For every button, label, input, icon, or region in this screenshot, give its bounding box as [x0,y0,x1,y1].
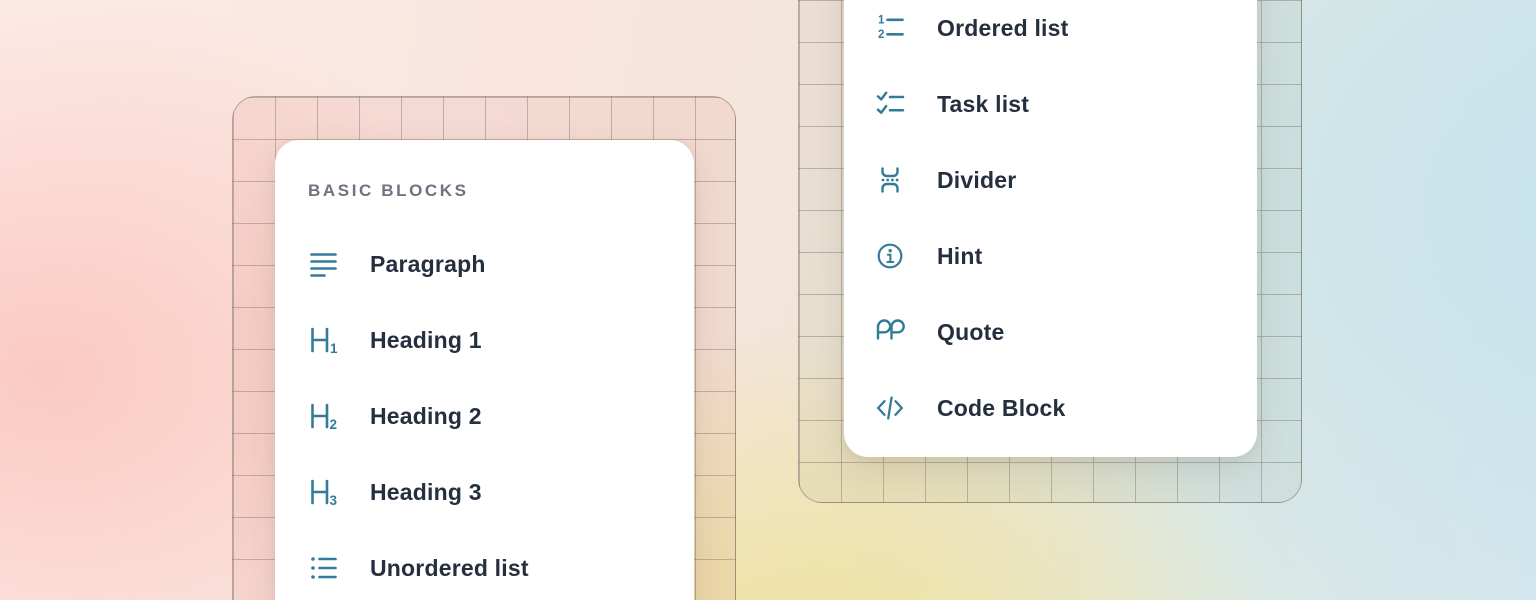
menu-item-label: Heading 1 [370,327,482,354]
quote-icon [875,317,905,347]
basic-blocks-menu: BASIC BLOCKS Paragraph 1 Heading 1 [275,140,694,600]
menu-item-heading-3[interactable]: 3 Heading 3 [308,454,694,530]
task-list-icon [875,89,905,119]
menu-item-label: Paragraph [370,251,486,278]
ordered-list-icon: 1 2 [875,13,905,43]
menu-item-task-list[interactable]: Task list [875,66,1257,142]
menu-item-label: Divider [937,167,1016,194]
section-label: BASIC BLOCKS [308,180,694,202]
menu-item-code-block[interactable]: Code Block [875,370,1257,446]
svg-text:3: 3 [330,493,338,507]
menu-item-unordered-list[interactable]: Unordered list [308,530,694,600]
menu-item-label: Task list [937,91,1029,118]
divider-icon [875,165,905,195]
menu-item-ordered-list[interactable]: 1 2 Ordered list [875,0,1257,66]
unordered-list-icon [308,553,338,583]
hint-icon [875,241,905,271]
menu-item-divider[interactable]: Divider [875,142,1257,218]
menu-item-hint[interactable]: Hint [875,218,1257,294]
menu-item-heading-1[interactable]: 1 Heading 1 [308,302,694,378]
svg-text:2: 2 [330,417,338,431]
menu-item-heading-2[interactable]: 2 Heading 2 [308,378,694,454]
page-background: BASIC BLOCKS Paragraph 1 Heading 1 [0,0,1536,600]
menu-item-label: Quote [937,319,1004,346]
heading-3-icon: 3 [308,477,338,507]
menu-item-label: Heading 3 [370,479,482,506]
heading-1-icon: 1 [308,325,338,355]
blocks-menu-continued: 1 2 Ordered list Task list [844,0,1257,457]
menu-item-label: Hint [937,243,983,270]
code-block-icon [875,393,905,423]
menu-item-paragraph[interactable]: Paragraph [308,226,694,302]
svg-text:1: 1 [878,15,885,27]
paragraph-icon [308,249,338,279]
menu-item-label: Ordered list [937,15,1069,42]
heading-2-icon: 2 [308,401,338,431]
menu-item-label: Unordered list [370,555,529,582]
menu-item-label: Heading 2 [370,403,482,430]
menu-item-label: Code Block [937,395,1066,422]
svg-text:2: 2 [878,29,884,41]
svg-text:1: 1 [330,341,338,355]
menu-item-quote[interactable]: Quote [875,294,1257,370]
